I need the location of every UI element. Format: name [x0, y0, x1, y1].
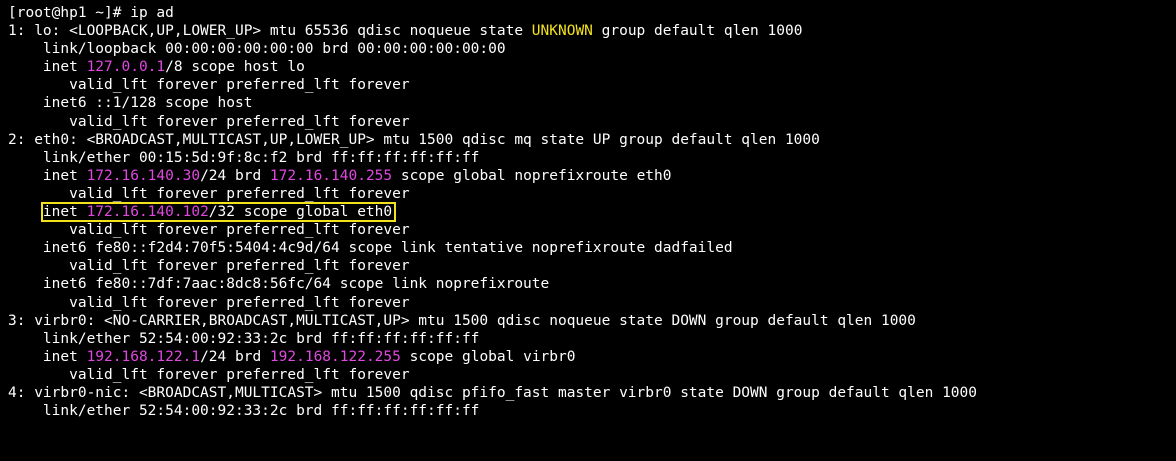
- terminal-text: valid_lft forever preferred_lft forever: [8, 366, 410, 383]
- terminal-line: link/ether 00:15:5d:9f:8c:f2 brd ff:ff:f…: [8, 149, 1176, 167]
- terminal-text: valid_lft forever preferred_lft forever: [8, 185, 410, 202]
- terminal-colored-text: 192.168.122.255: [269, 348, 401, 365]
- terminal-line: valid_lft forever preferred_lft forever: [8, 113, 1176, 131]
- terminal-text: /24 brd: [200, 348, 270, 365]
- terminal-line: inet6 fe80::7df:7aac:8dc8:56fc/64 scope …: [8, 275, 1176, 293]
- terminal-text: scope global virbr0: [400, 348, 576, 365]
- terminal-text: inet: [8, 167, 87, 184]
- terminal-text: group default qlen 1000: [592, 23, 803, 40]
- terminal-text: [root@hp1 ~]# ip ad: [8, 5, 174, 21]
- terminal-line: link/ether 52:54:00:92:33:2c brd ff:ff:f…: [8, 402, 1176, 420]
- terminal-text: valid_lft forever preferred_lft forever: [8, 258, 410, 275]
- terminal-line: valid_lft forever preferred_lft forever: [8, 366, 1176, 384]
- terminal-text: 2: eth0: <BROADCAST,MULTICAST,UP,LOWER_U…: [8, 131, 820, 148]
- terminal-text: link/ether 00:15:5d:9f:8c:f2 brd ff:ff:f…: [8, 149, 480, 166]
- terminal-line: valid_lft forever preferred_lft forever: [8, 221, 1176, 239]
- terminal-line: inet 127.0.0.1/8 scope host lo: [8, 58, 1176, 76]
- terminal-colored-text: 172.16.140.30: [86, 167, 201, 184]
- terminal-line: inet6 ::1/128 scope host: [8, 94, 1176, 112]
- terminal-line: link/loopback 00:00:00:00:00:00 brd 00:0…: [8, 40, 1176, 58]
- terminal-line: 2: eth0: <BROADCAST,MULTICAST,UP,LOWER_U…: [8, 131, 1176, 149]
- terminal-colored-text: 127.0.0.1: [86, 59, 166, 76]
- terminal-text: /24 brd: [200, 167, 270, 184]
- terminal-line-highlighted: inet 172.16.140.102/32 scope global eth0: [8, 202, 1176, 223]
- terminal-line: [root@hp1 ~]# ip ad: [8, 4, 1176, 22]
- terminal-colored-text: 172.16.140.102: [86, 204, 209, 221]
- terminal-line: valid_lft forever preferred_lft forever: [8, 185, 1176, 203]
- terminal-text: scope global noprefixroute eth0: [392, 167, 672, 184]
- terminal-text: valid_lft forever preferred_lft forever: [8, 113, 410, 130]
- terminal-line: inet6 fe80::f2d4:70f5:5404:4c9d/64 scope…: [8, 239, 1176, 257]
- terminal-text: link/ether 52:54:00:92:33:2c brd ff:ff:f…: [8, 330, 480, 347]
- terminal-line: inet 172.16.140.30/24 brd 172.16.140.255…: [8, 167, 1176, 185]
- terminal-colored-text: 192.168.122.1: [86, 348, 201, 365]
- terminal-text: inet: [8, 348, 87, 365]
- terminal-text: valid_lft forever preferred_lft forever: [8, 294, 410, 311]
- terminal-text: inet6 ::1/128 scope host: [8, 95, 253, 112]
- terminal-text: link/loopback 00:00:00:00:00:00 brd 00:0…: [8, 41, 506, 58]
- terminal-colored-text: UNKNOWN: [531, 23, 593, 40]
- terminal-line: 1: lo: <LOOPBACK,UP,LOWER_UP> mtu 65536 …: [8, 22, 1176, 40]
- terminal-line: valid_lft forever preferred_lft forever: [8, 76, 1176, 94]
- highlight-box: inet 172.16.140.102/32 scope global eth0: [40, 202, 397, 223]
- terminal-text: inet: [8, 59, 87, 76]
- terminal-line: 3: virbr0: <NO-CARRIER,BROADCAST,MULTICA…: [8, 312, 1176, 330]
- terminal-text: 1: lo: <LOOPBACK,UP,LOWER_UP> mtu 65536 …: [8, 23, 532, 40]
- terminal-line: 4: virbr0-nic: <BROADCAST,MULTICAST> mtu…: [8, 384, 1176, 402]
- terminal-text: inet6 fe80::7df:7aac:8dc8:56fc/64 scope …: [8, 276, 550, 293]
- terminal-text: valid_lft forever preferred_lft forever: [8, 77, 410, 94]
- terminal-text: valid_lft forever preferred_lft forever: [8, 222, 410, 239]
- terminal-line: link/ether 52:54:00:92:33:2c brd ff:ff:f…: [8, 330, 1176, 348]
- terminal-text: 3: virbr0: <NO-CARRIER,BROADCAST,MULTICA…: [8, 312, 916, 329]
- terminal-text: 4: virbr0-nic: <BROADCAST,MULTICAST> mtu…: [8, 384, 978, 401]
- terminal-text: link/ether 52:54:00:92:33:2c brd ff:ff:f…: [8, 403, 480, 420]
- terminal-line: valid_lft forever preferred_lft forever: [8, 294, 1176, 312]
- terminal-colored-text: 172.16.140.255: [269, 167, 393, 184]
- terminal-text: inet: [42, 204, 87, 221]
- terminal-window[interactable]: [root@hp1 ~]# ip ad 1: lo: <LOOPBACK,UP,L…: [0, 0, 1176, 461]
- terminal-text: inet6 fe80::f2d4:70f5:5404:4c9d/64 scope…: [8, 240, 733, 257]
- terminal-text: /8 scope host lo: [165, 59, 305, 76]
- terminal-text: /32 scope global eth0: [208, 204, 393, 221]
- terminal-line: inet 192.168.122.1/24 brd 192.168.122.25…: [8, 348, 1176, 366]
- terminal-line: valid_lft forever preferred_lft forever: [8, 257, 1176, 275]
